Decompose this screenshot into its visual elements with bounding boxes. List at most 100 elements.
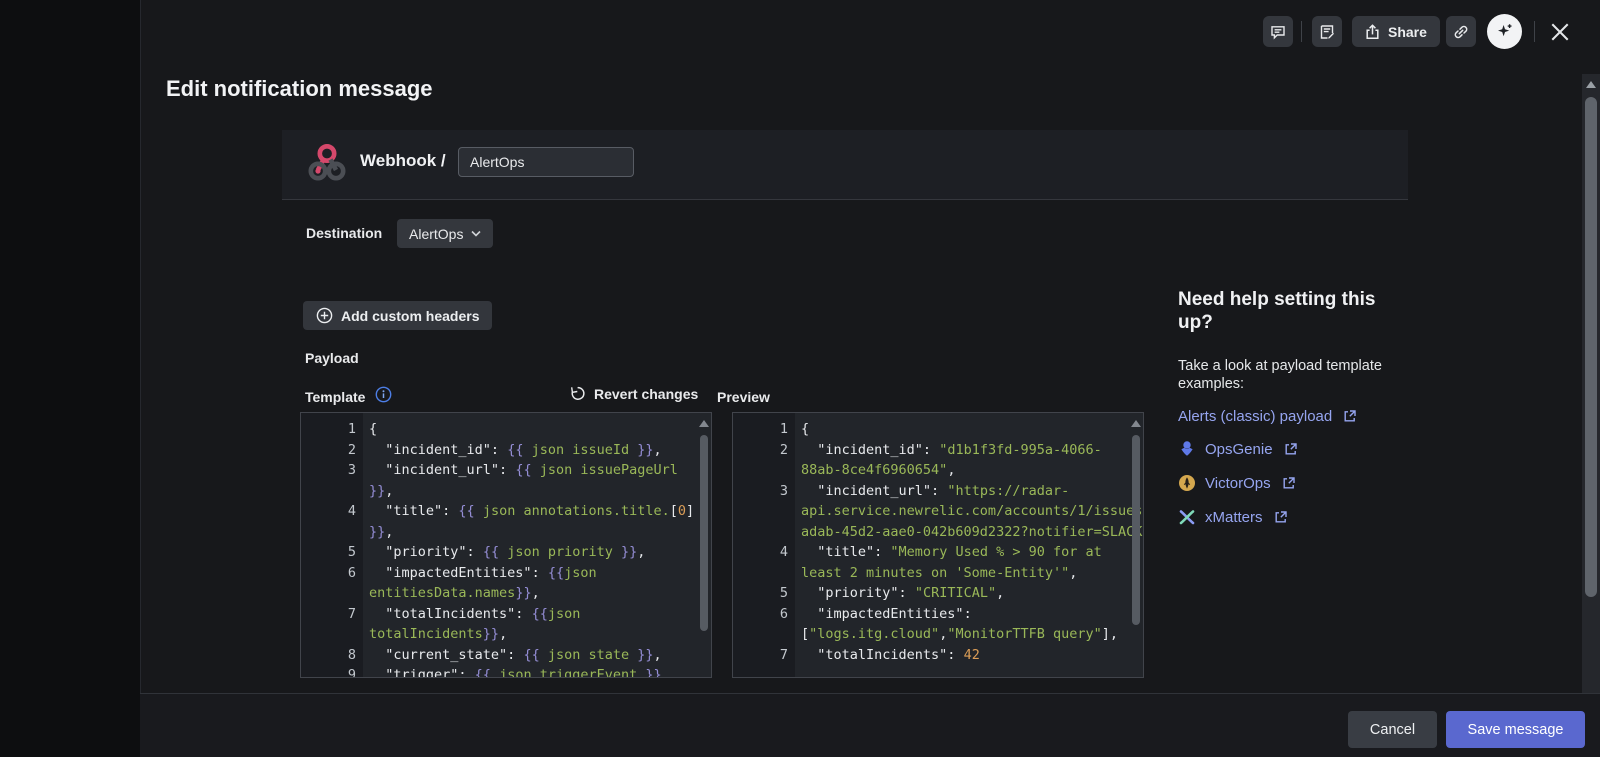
help-link-label: OpsGenie bbox=[1205, 441, 1273, 458]
xmatters-icon bbox=[1178, 508, 1196, 526]
code-line: 7 "totalIncidents": {{json totalIncident… bbox=[301, 604, 711, 645]
code-text: "current_state": {{ json state }}, bbox=[363, 645, 697, 666]
edit-notification-modal: Share Edit notification message bbox=[0, 0, 1600, 757]
code-text: "title": {{ json annotations.title.[0] }… bbox=[363, 501, 697, 542]
share-button[interactable]: Share bbox=[1352, 16, 1440, 47]
code-line: 8 "current_state": {{ json state }}, bbox=[301, 645, 711, 666]
code-text: "impactedEntities": ["logs.itg.cloud","M… bbox=[795, 604, 1129, 645]
external-link-icon bbox=[1343, 409, 1357, 423]
code-line: 1{ bbox=[733, 419, 1143, 440]
code-line: 3 "incident_url": "https://radar-api.ser… bbox=[733, 481, 1143, 543]
help-link-label: VictorOps bbox=[1205, 475, 1271, 492]
scrollbar-thumb[interactable] bbox=[1132, 435, 1140, 625]
code-line: 6 "impactedEntities": {{json entitiesDat… bbox=[301, 563, 711, 604]
webhook-icon bbox=[306, 142, 348, 184]
scroll-up-icon[interactable] bbox=[699, 420, 709, 427]
victorops-icon bbox=[1178, 474, 1196, 492]
note-edit-icon bbox=[1319, 24, 1335, 40]
save-message-button[interactable]: Save message bbox=[1446, 711, 1585, 748]
help-subtitle: Take a look at payload template examples… bbox=[1178, 358, 1400, 393]
code-text: { bbox=[795, 419, 1129, 440]
code-line: 7 "totalIncidents": 42 bbox=[733, 645, 1143, 666]
cancel-button[interactable]: Cancel bbox=[1348, 711, 1437, 748]
ai-sparkle-icon bbox=[1495, 22, 1514, 41]
code-line: 5 "priority": {{ json priority }}, bbox=[301, 542, 711, 563]
destination-value: AlertOps bbox=[409, 226, 463, 242]
code-text: "incident_id": "d1b1f3fd-995a-4066-88ab-… bbox=[795, 440, 1129, 481]
external-link-icon bbox=[1274, 510, 1288, 524]
code-line: 4 "title": "Memory Used % > 90 for at le… bbox=[733, 542, 1143, 583]
code-text: "incident_url": "https://radar-api.servi… bbox=[795, 481, 1144, 543]
line-number: 8 bbox=[301, 645, 363, 666]
code-line: 2 "incident_id": "d1b1f3fd-995a-4066-88a… bbox=[733, 440, 1143, 481]
template-editor[interactable]: 1{2 "incident_id": {{ json issueId }},3 … bbox=[300, 412, 712, 678]
code-text: "priority": {{ json priority }}, bbox=[363, 542, 697, 563]
notes-button[interactable] bbox=[1312, 16, 1342, 47]
info-icon[interactable] bbox=[375, 386, 392, 403]
code-text: { bbox=[363, 419, 697, 440]
link-victorops[interactable]: VictorOps bbox=[1178, 472, 1296, 494]
preview-scrollbar[interactable] bbox=[1130, 416, 1141, 674]
add-custom-headers-label: Add custom headers bbox=[341, 308, 479, 324]
close-button[interactable] bbox=[1546, 18, 1574, 46]
link-xmatters[interactable]: xMatters bbox=[1178, 506, 1288, 528]
chevron-down-icon bbox=[471, 230, 481, 237]
revert-changes-button[interactable]: Revert changes bbox=[563, 384, 704, 403]
destination-label: Destination bbox=[306, 225, 382, 241]
ai-assistant-button[interactable] bbox=[1487, 14, 1522, 49]
preview-pane[interactable]: 1{2 "incident_id": "d1b1f3fd-995a-4066-8… bbox=[732, 412, 1144, 678]
code-text: "totalIncidents": {{json totalIncidents}… bbox=[363, 604, 697, 645]
channel-name-input[interactable] bbox=[458, 147, 634, 177]
copy-link-button[interactable] bbox=[1446, 16, 1476, 47]
code-text: "title": "Memory Used % > 90 for at leas… bbox=[795, 542, 1129, 583]
template-scrollbar[interactable] bbox=[698, 416, 709, 674]
revert-changes-label: Revert changes bbox=[594, 386, 698, 402]
feedback-button[interactable] bbox=[1263, 16, 1293, 47]
external-link-icon bbox=[1282, 476, 1296, 490]
toolbar-separator bbox=[1301, 21, 1302, 42]
code-text: "priority": "CRITICAL", bbox=[795, 583, 1129, 604]
line-number: 4 bbox=[301, 501, 363, 542]
link-opsgenie[interactable]: OpsGenie bbox=[1178, 438, 1298, 460]
code-text: "incident_id": {{ json issueId }}, bbox=[363, 440, 697, 461]
toolbar-separator bbox=[1534, 21, 1535, 42]
code-line: 1{ bbox=[301, 419, 711, 440]
revert-icon bbox=[569, 385, 586, 402]
code-text: "incident_url": {{ json issuePageUrl }}, bbox=[363, 460, 697, 501]
payload-section-label: Payload bbox=[305, 350, 359, 366]
scrollbar-thumb[interactable] bbox=[700, 435, 708, 631]
help-link-label: xMatters bbox=[1205, 509, 1263, 526]
scroll-up-icon[interactable] bbox=[1586, 81, 1596, 88]
line-number: 4 bbox=[733, 542, 795, 583]
preview-code: 1{2 "incident_id": "d1b1f3fd-995a-4066-8… bbox=[733, 413, 1143, 665]
code-line: 3 "incident_url": {{ json issuePageUrl }… bbox=[301, 460, 711, 501]
line-number: 1 bbox=[733, 419, 795, 440]
template-code: 1{2 "incident_id": {{ json issueId }},3 … bbox=[301, 413, 711, 678]
code-line: 5 "priority": "CRITICAL", bbox=[733, 583, 1143, 604]
page-scrollbar[interactable] bbox=[1582, 74, 1600, 693]
link-icon bbox=[1453, 24, 1469, 40]
plus-circle-icon bbox=[316, 307, 333, 324]
code-text: "impactedEntities": {{json entitiesData.… bbox=[363, 563, 697, 604]
background-left-rail bbox=[0, 0, 141, 757]
template-label: Template bbox=[305, 389, 365, 405]
add-custom-headers-button[interactable]: Add custom headers bbox=[303, 301, 492, 330]
line-number: 1 bbox=[301, 419, 363, 440]
destination-dropdown[interactable]: AlertOps bbox=[397, 219, 493, 248]
line-number: 5 bbox=[301, 542, 363, 563]
code-text: "trigger": {{ json triggerEvent }}, bbox=[363, 665, 697, 678]
line-number: 2 bbox=[301, 440, 363, 461]
scroll-up-icon[interactable] bbox=[1131, 420, 1141, 427]
line-number: 9 bbox=[301, 665, 363, 678]
channel-type-label: Webhook / bbox=[360, 151, 446, 171]
help-link-label: Alerts (classic) payload bbox=[1178, 408, 1332, 425]
code-line: 4 "title": {{ json annotations.title.[0]… bbox=[301, 501, 711, 542]
close-icon bbox=[1551, 23, 1569, 41]
code-line: 2 "incident_id": {{ json issueId }}, bbox=[301, 440, 711, 461]
code-line: 6 "impactedEntities": ["logs.itg.cloud",… bbox=[733, 604, 1143, 645]
channel-header-card bbox=[282, 130, 1408, 199]
share-button-label: Share bbox=[1388, 24, 1427, 40]
code-text: "totalIncidents": 42 bbox=[795, 645, 1129, 666]
scrollbar-thumb[interactable] bbox=[1585, 97, 1597, 597]
link-alerts-classic-payload[interactable]: Alerts (classic) payload bbox=[1178, 405, 1357, 427]
